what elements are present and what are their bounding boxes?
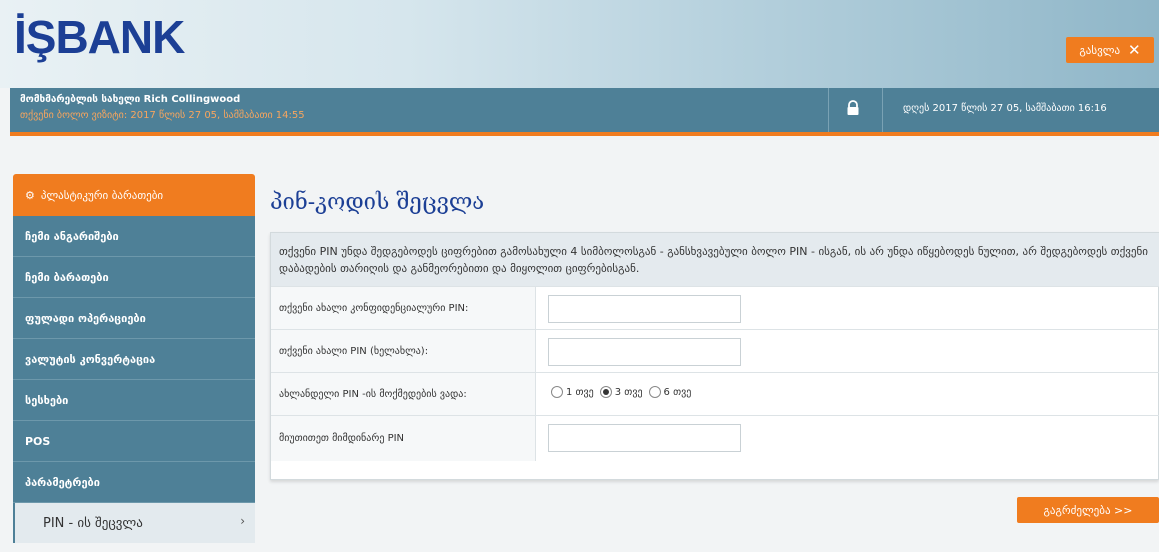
current-date: დღეს 2017 წლის 27 05, სამშაბათი 16:16 — [903, 103, 1107, 114]
sidebar-item-pos[interactable]: POS — [13, 421, 255, 462]
last-login: თქვენი ბოლო ვიზიტი: 2017 წლის 27 05, სამ… — [20, 110, 305, 121]
sidebar-item-label: ფულადი ოპერაციები — [25, 311, 146, 325]
radio-label: 3 თვე — [614, 386, 643, 398]
radio-button[interactable] — [599, 386, 612, 398]
sidebar-item-label: POS — [25, 434, 51, 448]
sidebar-item-label: პარამეტრები — [25, 475, 100, 489]
continue-button[interactable]: გაგრძელება >> — [1017, 497, 1159, 523]
isbank-logo: İŞBANK — [14, 11, 185, 63]
page-title: პინ-კოდის შეცვლა — [270, 190, 485, 215]
sidebar: ⚙ პლასტიკური ბარათები ჩემი ანგარიშები ჩე… — [13, 174, 255, 543]
sidebar-item-money-operations[interactable]: ფულადი ოპერაციები — [13, 298, 255, 339]
form-row: მიუთითეთ მიმდინარე PIN — [271, 415, 1159, 461]
field-label: თქვენი ახალი კონფიდენციალური PIN: — [271, 287, 536, 329]
info-bar: მომხმარებლის სახელი Rich Collingwood თქვ… — [10, 88, 1159, 132]
sidebar-item-label: პლასტიკური ბარათები — [40, 188, 164, 202]
chevron-right-icon: › — [240, 514, 245, 528]
header: İŞBANK გასვლა ✕ — [0, 0, 1159, 88]
sidebar-item-label: ვალუტის კონვერტაცია — [25, 352, 156, 366]
sidebar-item-accounts[interactable]: ჩემი ანგარიშები — [13, 216, 255, 257]
exit-label: გასვლა — [1079, 43, 1121, 57]
new-pin-input[interactable] — [548, 295, 741, 323]
field-label: ახლანდელი PIN -ის მოქმედების ვადა: — [271, 373, 536, 415]
field-label: მიუთითეთ მიმდინარე PIN — [271, 416, 536, 461]
settings-icon: ⚙ — [25, 188, 35, 202]
sidebar-item-settings[interactable]: პარამეტრები — [13, 462, 255, 503]
confirm-new-pin-input[interactable] — [548, 338, 741, 366]
validity-radio-group: 1 თვე 3 თვე 6 თვე — [551, 386, 691, 398]
radio-3-months[interactable]: 3 თვე — [599, 386, 643, 398]
divider — [882, 88, 883, 132]
radio-6-months[interactable]: 6 თვე — [648, 386, 692, 398]
radio-label: 6 თვე — [663, 386, 692, 398]
accent-line — [10, 132, 1159, 136]
lock-icon[interactable] — [845, 100, 861, 120]
sidebar-item-plastic-cards[interactable]: ⚙ პლასტიკური ბარათები — [13, 174, 255, 216]
sidebar-item-label: ჩემი ბარათები — [25, 270, 109, 284]
sidebar-subitem-pin-change[interactable]: PIN - ის შეცვლა › — [13, 503, 255, 543]
sidebar-item-label: PIN - ის შეცვლა — [43, 515, 143, 531]
form-row: თქვენი ახალი PIN (ხელახლა): — [271, 329, 1159, 372]
pin-form: თქვენი PIN უნდა შედგებოდეს ციფრებით გამო… — [270, 232, 1159, 480]
form-row: თქვენი ახალი კონფიდენციალური PIN: — [271, 286, 1159, 329]
form-row: ახლანდელი PIN -ის მოქმედების ვადა: 1 თვე… — [271, 372, 1159, 415]
radio-label: 1 თვე — [566, 386, 594, 398]
sidebar-item-cards[interactable]: ჩემი ბარათები — [13, 257, 255, 298]
radio-1-month[interactable]: 1 თვე — [551, 386, 594, 398]
close-icon: ✕ — [1128, 41, 1141, 59]
user-name: მომხმარებლის სახელი Rich Collingwood — [20, 94, 241, 105]
divider — [828, 88, 829, 132]
sidebar-item-label: ჩემი ანგარიშები — [25, 229, 119, 243]
sidebar-item-currency-conversion[interactable]: ვალუტის კონვერტაცია — [13, 339, 255, 380]
instructions: თქვენი PIN უნდა შედგებოდეს ციფრებით გამო… — [271, 233, 1159, 286]
field-label: თქვენი ახალი PIN (ხელახლა): — [271, 330, 536, 372]
radio-button[interactable] — [551, 386, 563, 398]
sidebar-item-loans[interactable]: სესხები — [13, 380, 255, 421]
current-pin-input[interactable] — [548, 424, 741, 452]
sidebar-item-label: სესხები — [25, 393, 69, 407]
exit-button[interactable]: გასვლა ✕ — [1066, 37, 1154, 63]
radio-button[interactable] — [648, 386, 661, 398]
